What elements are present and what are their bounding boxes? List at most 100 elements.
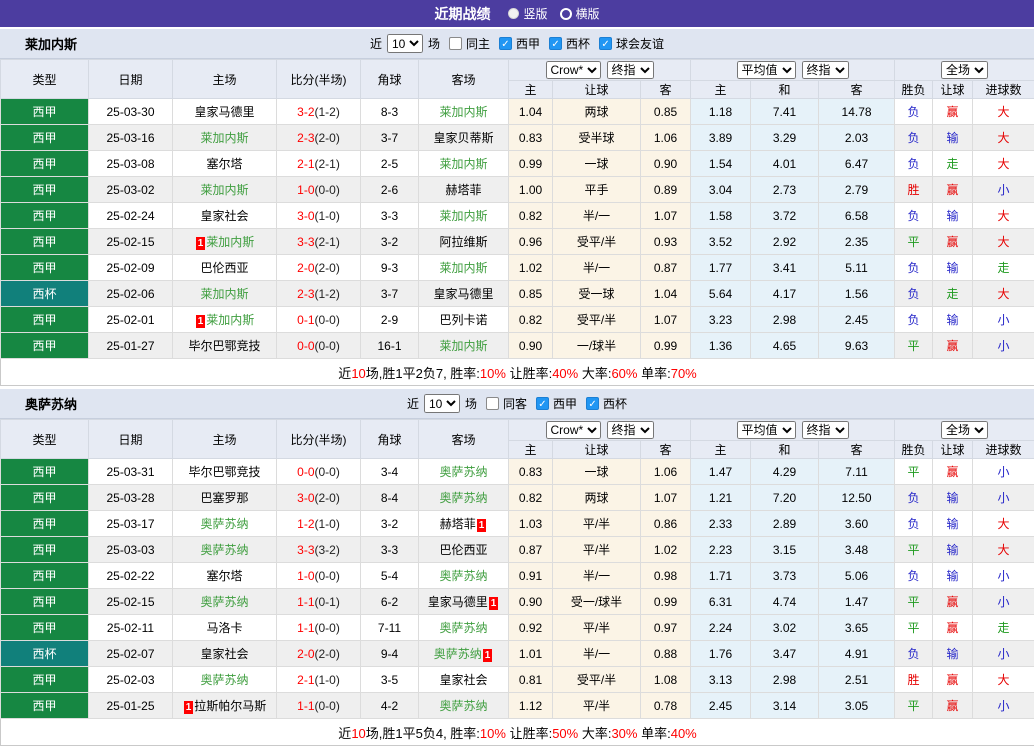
winloss-result-cell: 平: [895, 459, 933, 485]
summary-text-part: 50%: [552, 726, 578, 741]
handicap-away-odds-cell: 0.88: [641, 641, 691, 667]
filter-checkbox[interactable]: ✓: [549, 37, 562, 50]
league-type-cell: 西甲: [1, 459, 89, 485]
games-count-select[interactable]: 10: [424, 394, 460, 413]
handicap-home-odds-cell: 0.90: [509, 333, 553, 359]
fulltime-score: 1-1: [297, 595, 314, 609]
home-team-name: 莱加内斯: [206, 313, 254, 327]
handicap-home-odds-cell: 1.02: [509, 255, 553, 281]
goals-result-cell-text: 大: [998, 209, 1010, 223]
handicap-line-cell: 平/半: [553, 615, 641, 641]
europe-company-select[interactable]: 平均值: [737, 61, 796, 79]
europe-odds-group-header: 平均值终指: [691, 420, 895, 441]
match-row: 西甲25-01-27毕尔巴鄂竞技0-0(0-0)16-1莱加内斯0.90一/球半…: [1, 333, 1034, 359]
goals-result-cell: 小: [973, 333, 1034, 359]
winloss-result-cell-text: 胜: [908, 183, 920, 197]
radio-selected-icon[interactable]: [508, 8, 519, 19]
handicap-result-cell-text: 输: [947, 209, 959, 223]
filter-checkbox[interactable]: ✓: [536, 397, 549, 410]
home-team-cell: 皇家社会: [173, 203, 277, 229]
layout-option-horizontal[interactable]: 横版: [560, 5, 600, 22]
red-card-badge: 1: [489, 597, 499, 610]
halftime-score: (0-0): [315, 569, 340, 583]
handicap-company-select[interactable]: Crow*: [546, 61, 601, 79]
away-team-name: 皇家贝蒂斯: [433, 131, 493, 145]
handicap-result-cell: 赢: [933, 459, 973, 485]
europe-final-index-select[interactable]: 终指: [802, 421, 849, 439]
winloss-result-cell: 负: [895, 281, 933, 307]
layout-option-vertical[interactable]: 竖版: [508, 5, 547, 22]
handicap-away-odds-cell: 0.98: [641, 563, 691, 589]
europe-final-index-select[interactable]: 终指: [802, 61, 849, 79]
fulltime-score: 0-1: [297, 313, 314, 327]
goals-result-cell: 小: [973, 307, 1034, 333]
handicap-final-index-select[interactable]: 终指: [607, 61, 654, 79]
europe-draw-odds-cell: 2.92: [751, 229, 819, 255]
europe-home-odds-cell: 3.13: [691, 667, 751, 693]
europe-home-odds-cell: 1.58: [691, 203, 751, 229]
away-team-name: 巴列卡诺: [439, 313, 487, 327]
handicap-result-cell-text: 赢: [947, 183, 959, 197]
europe-odds-group-header: 平均值终指: [691, 60, 895, 81]
match-date-cell: 25-02-15: [89, 589, 173, 615]
handicap-final-index-select[interactable]: 终指: [607, 421, 654, 439]
games-count-select[interactable]: 10: [387, 34, 423, 53]
corner-count-cell: 3-7: [361, 125, 419, 151]
handicap-away-odds-cell: 0.78: [641, 693, 691, 719]
handicap-sub-header: 客: [641, 81, 691, 99]
match-row: 西甲25-02-09巴伦西亚2-0(2-0)9-3莱加内斯1.02半/一0.87…: [1, 255, 1034, 281]
league-type-cell: 西甲: [1, 177, 89, 203]
score-cell: 2-3(2-0): [277, 125, 361, 151]
corner-count-cell: 3-4: [361, 459, 419, 485]
home-team-name: 莱加内斯: [200, 183, 248, 197]
corner-count-cell: 3-7: [361, 281, 419, 307]
europe-away-odds-cell: 5.06: [819, 563, 895, 589]
winloss-result-cell: 平: [895, 229, 933, 255]
europe-home-odds-cell: 1.71: [691, 563, 751, 589]
goals-result-cell: 大: [973, 203, 1034, 229]
handicap-away-odds-cell: 0.86: [641, 511, 691, 537]
summary-text-part: 让胜率:: [506, 366, 552, 381]
away-team-name: 皇家马德里: [428, 595, 488, 609]
score-cell: 2-3(1-2): [277, 281, 361, 307]
winloss-result-cell-text: 负: [908, 647, 920, 661]
goals-result-cell: 小: [973, 693, 1034, 719]
handicap-away-odds-cell: 1.04: [641, 281, 691, 307]
corner-count-cell: 9-4: [361, 641, 419, 667]
handicap-result-cell-text: 输: [947, 313, 959, 327]
result-scope-select[interactable]: 全场: [941, 61, 988, 79]
europe-home-odds-cell: 5.64: [691, 281, 751, 307]
handicap-away-odds-cell: 0.99: [641, 589, 691, 615]
handicap-away-odds-cell: 1.08: [641, 667, 691, 693]
filter-checkbox[interactable]: [486, 397, 499, 410]
home-team-name: 毕尔巴鄂竞技: [188, 339, 260, 353]
goals-result-cell-text: 走: [998, 261, 1010, 275]
europe-company-select[interactable]: 平均值: [737, 421, 796, 439]
winloss-result-cell-text: 平: [908, 339, 920, 353]
filter-checkbox[interactable]: ✓: [499, 37, 512, 50]
home-team-name: 奥萨苏纳: [200, 595, 248, 609]
radio-unselected-icon[interactable]: [560, 8, 572, 20]
corner-count-cell: 2-6: [361, 177, 419, 203]
home-team-cell: 毕尔巴鄂竞技: [173, 459, 277, 485]
home-team-name: 巴塞罗那: [200, 491, 248, 505]
winloss-result-cell-text: 负: [908, 209, 920, 223]
filter-checkbox[interactable]: [449, 37, 462, 50]
summary-text-part: 10: [351, 726, 365, 741]
filter-checkbox[interactable]: ✓: [599, 37, 612, 50]
away-team-cell: 阿拉维斯: [419, 229, 509, 255]
home-team-cell: 1莱加内斯: [173, 307, 277, 333]
handicap-company-select[interactable]: Crow*: [546, 421, 601, 439]
summary-text-part: 大率:: [578, 726, 611, 741]
fulltime-score: 2-0: [297, 261, 314, 275]
match-row: 西甲25-03-02莱加内斯1-0(0-0)2-6赫塔菲1.00平手0.893.…: [1, 177, 1034, 203]
result-scope-select[interactable]: 全场: [941, 421, 988, 439]
filter-checkbox[interactable]: ✓: [586, 397, 599, 410]
handicap-home-odds-cell: 1.04: [509, 99, 553, 125]
europe-home-odds-cell: 3.89: [691, 125, 751, 151]
handicap-result-cell: 输: [933, 125, 973, 151]
halftime-score: (0-0): [315, 339, 340, 353]
header-select-row: 类型日期主场比分(半场)角球客场Crow*终指平均值终指全场: [1, 420, 1034, 441]
away-team-name: 奥萨苏纳: [439, 491, 487, 505]
handicap-home-odds-cell: 0.92: [509, 615, 553, 641]
